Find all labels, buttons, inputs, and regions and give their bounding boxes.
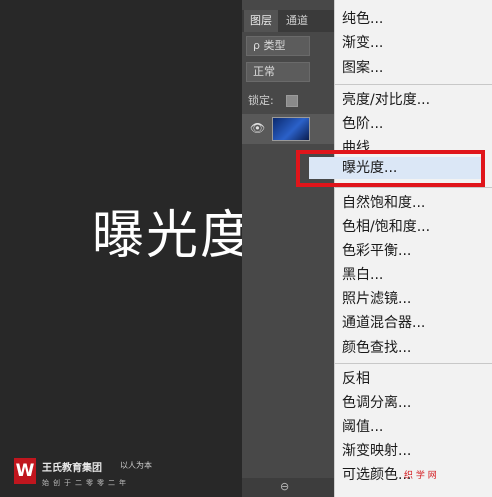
menu-item-hue-saturation[interactable]: 色相/饱和度...	[342, 216, 430, 238]
link-icon[interactable]: ⊖	[280, 480, 289, 493]
adjustment-menu: 纯色... 渐变... 图案... 亮度/对比度... 色阶... 曲线... …	[309, 0, 492, 497]
tab-channels[interactable]: 通道	[280, 10, 314, 32]
menu-item-solid-color[interactable]: 纯色...	[342, 8, 383, 30]
menu-separator	[335, 363, 492, 364]
menu-item-black-white[interactable]: 黑白...	[342, 264, 383, 286]
menu-item-photo-filter[interactable]: 照片滤镜...	[342, 288, 411, 310]
menu-item-pattern[interactable]: 图案...	[342, 57, 383, 79]
menu-item-color-balance[interactable]: 色彩平衡...	[342, 240, 411, 262]
menu-item-posterize[interactable]: 色调分离...	[342, 392, 411, 414]
layer-filter-select[interactable]: ρ 类型	[246, 36, 310, 56]
menu-separator	[335, 187, 492, 188]
logo-since: 始创于二零零二年	[42, 479, 130, 487]
menu-item-levels[interactable]: 色阶...	[342, 113, 383, 135]
blend-mode-select[interactable]: 正常	[246, 62, 310, 82]
layer-thumbnail	[272, 117, 310, 141]
menu-item-channel-mixer[interactable]: 通道混合器...	[342, 312, 425, 334]
menu-item-color-lookup[interactable]: 颜色查找...	[342, 337, 411, 359]
highlight-box	[296, 150, 485, 187]
canvas-title: 曝光度	[92, 206, 255, 266]
logo-name: 王氏教育集团	[42, 463, 102, 474]
lock-transparency-checkbox[interactable]	[286, 95, 298, 107]
logo: W	[14, 458, 36, 484]
canvas-area: 曝光度 W 王氏教育集团 以人为本 始创于二零零二年	[0, 0, 252, 497]
tab-layers[interactable]: 图层	[244, 10, 278, 32]
menu-item-brightness-contrast[interactable]: 亮度/对比度...	[342, 89, 430, 111]
menu-item-selective-color[interactable]: 可选颜色...	[342, 464, 411, 486]
menu-item-gradient-map[interactable]: 渐变映射...	[342, 440, 411, 462]
menu-item-threshold[interactable]: 阈值...	[342, 416, 383, 438]
menu-separator	[335, 84, 492, 85]
lock-label: 锁定:	[248, 94, 274, 107]
logo-slogan: 以人为本	[120, 461, 152, 470]
menu-item-invert[interactable]: 反相	[342, 368, 370, 390]
menu-item-vibrance[interactable]: 自然饱和度...	[342, 192, 425, 214]
eye-icon[interactable]: 👁	[250, 121, 265, 135]
menu-item-gradient[interactable]: 渐变...	[342, 32, 383, 54]
watermark: 织 学 网	[404, 471, 437, 481]
